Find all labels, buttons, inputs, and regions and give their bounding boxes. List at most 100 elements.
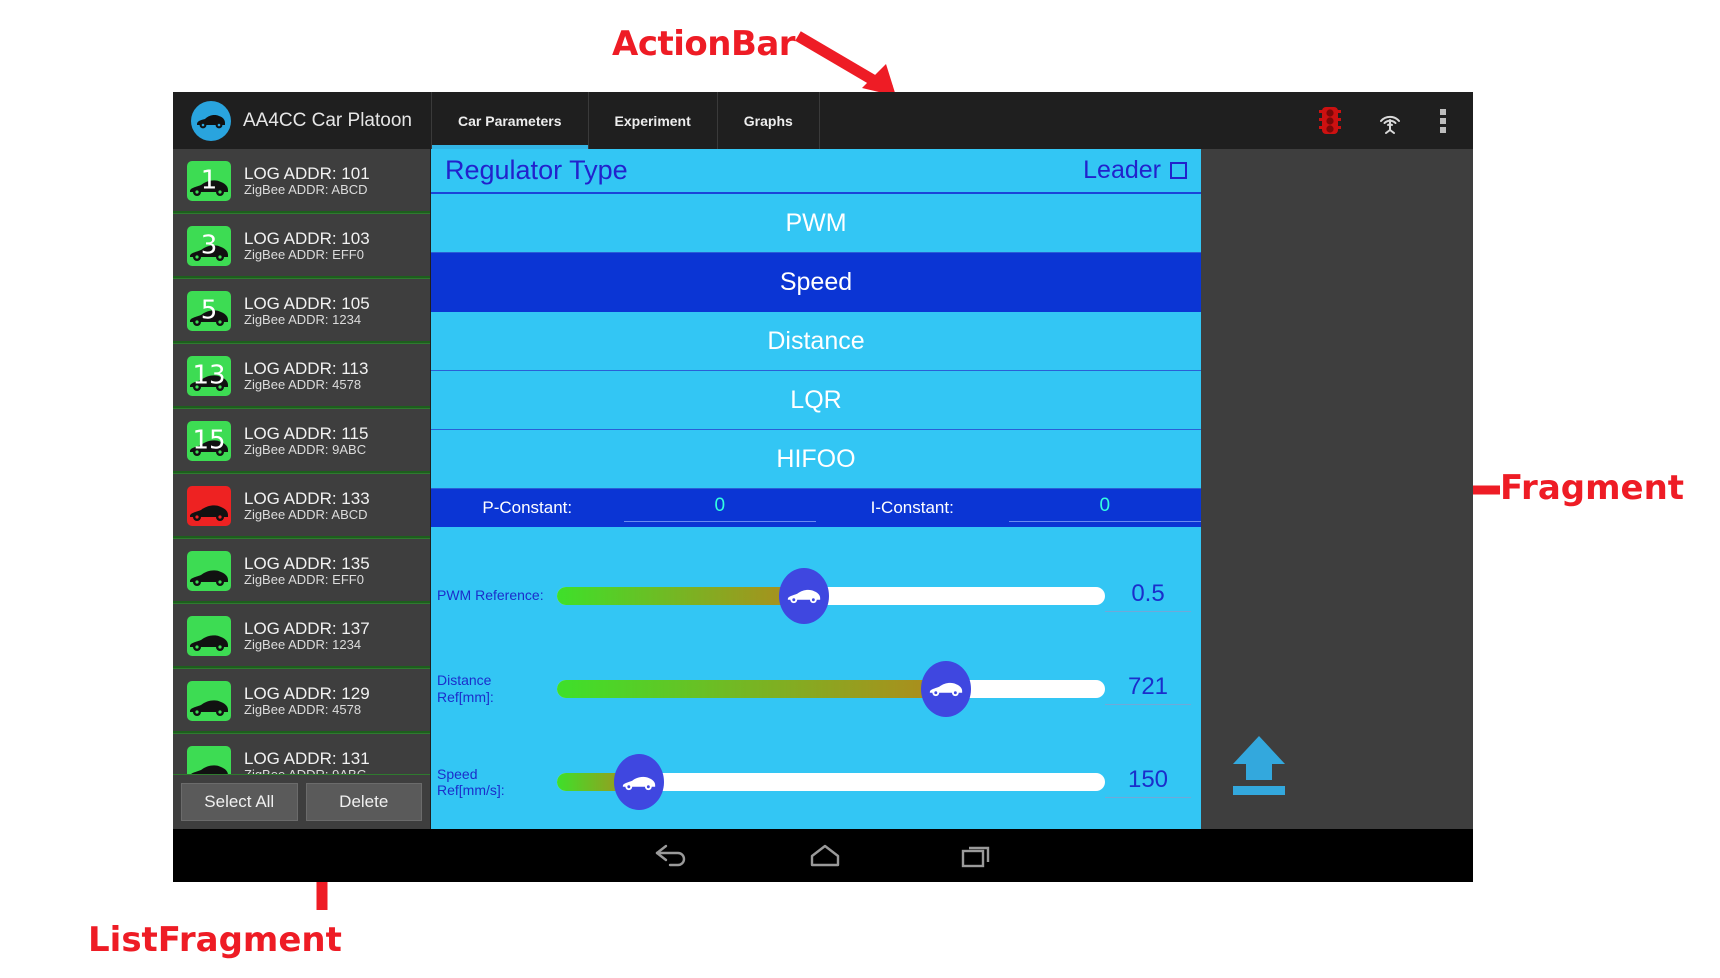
list-item-zigbee-addr: ZigBee ADDR: 4578 — [244, 702, 362, 718]
car-badge-number: 5 — [200, 295, 218, 326]
home-nav-button[interactable] — [808, 843, 842, 869]
tab-bar: Car Parameters Experiment Graphs — [431, 92, 820, 149]
tab-experiment-label: Experiment — [614, 112, 691, 129]
speed-reference-label: Speed Ref[mm/s]: — [437, 765, 505, 799]
delete-button[interactable]: Delete — [305, 783, 422, 821]
recents-nav-button[interactable] — [960, 843, 992, 869]
regulator-option-lqr[interactable]: LQR — [431, 371, 1201, 430]
speed-reference-slider[interactable] — [557, 754, 1105, 811]
list-item-zigbee-addr: ZigBee ADDR: 4578 — [244, 377, 362, 393]
car-list[interactable]: 1 LOG ADDR: 101 ZigBee ADDR: ABCD 3 LOG … — [173, 149, 430, 774]
content-area: 1 LOG ADDR: 101 ZigBee ADDR: ABCD 3 LOG … — [173, 149, 1473, 829]
list-item-texts: LOG ADDR: 133 ZigBee ADDR: ABCD — [244, 489, 370, 523]
select-all-button[interactable]: Select All — [181, 783, 298, 821]
list-item[interactable]: LOG ADDR: 131 ZigBee ADDR: 9ABC — [173, 734, 430, 774]
tab-graphs-label: Graphs — [743, 112, 793, 129]
antenna-icon[interactable] — [1375, 106, 1405, 136]
car-badge-number: 13 — [192, 360, 226, 391]
list-item-log-addr: LOG ADDR: 105 — [244, 294, 370, 314]
annotation-fragment: Fragment — [1500, 468, 1685, 508]
distance-reference-value[interactable]: 721 — [1105, 673, 1191, 705]
select-all-label: Select All — [204, 792, 275, 811]
tab-experiment[interactable]: Experiment — [589, 92, 718, 149]
list-item-texts: LOG ADDR: 135 ZigBee ADDR: EFF0 — [244, 554, 370, 588]
car-badge-icon: 5 — [187, 291, 231, 331]
regulator-option-hifoo[interactable]: HIFOO — [431, 430, 1201, 489]
list-item-texts: LOG ADDR: 115 ZigBee ADDR: 9ABC — [244, 424, 368, 458]
regulator-option-speed[interactable]: Speed — [431, 253, 1201, 312]
list-item-texts: LOG ADDR: 105 ZigBee ADDR: 1234 — [244, 294, 370, 328]
car-badge-icon — [187, 551, 231, 591]
list-item-zigbee-addr: ZigBee ADDR: EFF0 — [244, 247, 364, 263]
app-title: AA4CC Car Platoon — [243, 109, 412, 131]
overflow-menu-icon[interactable] — [1439, 108, 1447, 134]
slider-thumb-car-icon[interactable] — [614, 754, 665, 811]
list-item-zigbee-addr: ZigBee ADDR: EFF0 — [244, 572, 364, 588]
list-item[interactable]: 13 LOG ADDR: 113 ZigBee ADDR: 4578 — [173, 344, 430, 409]
regulator-option-distance[interactable]: Distance — [431, 312, 1201, 371]
param-fragment: Regulator Type Leader PWM Speed Distance — [431, 149, 1201, 829]
list-item[interactable]: 3 LOG ADDR: 103 ZigBee ADDR: EFF0 — [173, 214, 430, 279]
right-panel — [1201, 149, 1473, 829]
list-item[interactable]: LOG ADDR: 129 ZigBee ADDR: 4578 — [173, 669, 430, 734]
tab-graphs[interactable]: Graphs — [718, 92, 820, 149]
list-item[interactable]: LOG ADDR: 133 ZigBee ADDR: ABCD — [173, 474, 430, 539]
traffic-light-icon[interactable] — [1319, 106, 1341, 136]
regulator-option-distance-label: Distance — [767, 326, 865, 355]
list-item[interactable]: 15 LOG ADDR: 115 ZigBee ADDR: 9ABC — [173, 409, 430, 474]
pwm-reference-label: PWM Reference: — [437, 587, 544, 604]
list-item[interactable]: 5 LOG ADDR: 105 ZigBee ADDR: 1234 — [173, 279, 430, 344]
car-badge-icon — [187, 616, 231, 656]
leader-checkbox[interactable] — [1170, 162, 1187, 179]
car-badge-icon — [187, 486, 231, 526]
car-badge-icon: 3 — [187, 226, 231, 266]
regulator-option-pwm-label: PWM — [785, 208, 847, 237]
regulator-option-list: PWM Speed Distance LQR HIFOO — [431, 194, 1201, 489]
list-item-texts: LOG ADDR: 137 ZigBee ADDR: 1234 — [244, 619, 370, 653]
regulator-option-hifoo-label: HIFOO — [776, 444, 856, 473]
constants-row: P-Constant: 0 I-Constant: 0 — [431, 489, 1201, 527]
pwm-reference-value[interactable]: 0.5 — [1105, 580, 1191, 612]
distance-reference-slider[interactable] — [557, 660, 1105, 717]
tab-car-parameters[interactable]: Car Parameters — [431, 92, 589, 149]
regulator-option-pwm[interactable]: PWM — [431, 194, 1201, 253]
slider-thumb-car-icon[interactable] — [778, 567, 829, 624]
car-badge-icon: 15 — [187, 421, 231, 461]
action-bar: AA4CC Car Platoon Car Parameters Experim… — [173, 92, 1473, 149]
car-badge-icon: 1 — [187, 161, 231, 201]
list-item-log-addr: LOG ADDR: 135 — [244, 554, 370, 574]
p-constant-value[interactable]: 0 — [623, 495, 816, 522]
i-constant-value[interactable]: 0 — [1008, 495, 1201, 522]
speed-reference-value[interactable]: 150 — [1105, 766, 1191, 799]
app-identity: AA4CC Car Platoon — [173, 100, 431, 141]
car-badge-icon: 13 — [187, 356, 231, 396]
tab-car-parameters-label: Car Parameters — [458, 112, 562, 129]
list-item[interactable]: LOG ADDR: 135 ZigBee ADDR: EFF0 — [173, 539, 430, 604]
list-item-log-addr: LOG ADDR: 115 — [244, 424, 369, 444]
leader-label: Leader — [1083, 156, 1161, 184]
list-item-log-addr: LOG ADDR: 137 — [244, 619, 370, 639]
list-item-texts: LOG ADDR: 113 ZigBee ADDR: 4578 — [244, 359, 368, 393]
list-item-log-addr: LOG ADDR: 101 — [244, 164, 370, 184]
delete-label: Delete — [339, 792, 389, 811]
regulator-type-title: Regulator Type — [445, 155, 628, 185]
list-item-texts: LOG ADDR: 103 ZigBee ADDR: EFF0 — [244, 229, 370, 263]
regulator-header: Regulator Type Leader — [431, 149, 1201, 194]
i-constant-label: I-Constant: — [870, 498, 954, 517]
slider-row-speed-reference: Speed Ref[mm/s]: 150 — [431, 736, 1201, 829]
list-item[interactable]: 1 LOG ADDR: 101 ZigBee ADDR: ABCD — [173, 149, 430, 214]
slider-thumb-car-icon[interactable] — [921, 660, 972, 717]
list-item[interactable]: LOG ADDR: 137 ZigBee ADDR: 1234 — [173, 604, 430, 669]
slider-section: PWM Reference: 0.5 Distance Ref[mm]: 721… — [431, 527, 1201, 829]
action-bar-actions — [1319, 106, 1473, 136]
list-fragment: 1 LOG ADDR: 101 ZigBee ADDR: ABCD 3 LOG … — [173, 149, 431, 829]
leader-control[interactable]: Leader — [1083, 156, 1187, 185]
list-item-zigbee-addr: ZigBee ADDR: ABCD — [244, 507, 368, 523]
upload-arrow-icon[interactable] — [1227, 734, 1291, 801]
list-item-zigbee-addr: ZigBee ADDR: 1234 — [244, 312, 362, 328]
back-nav-button[interactable] — [654, 843, 690, 869]
p-constant-label: P-Constant: — [482, 498, 573, 517]
car-badge-number: 3 — [200, 230, 218, 261]
pwm-reference-slider[interactable] — [557, 567, 1105, 624]
list-item-log-addr: LOG ADDR: 129 — [244, 684, 370, 704]
